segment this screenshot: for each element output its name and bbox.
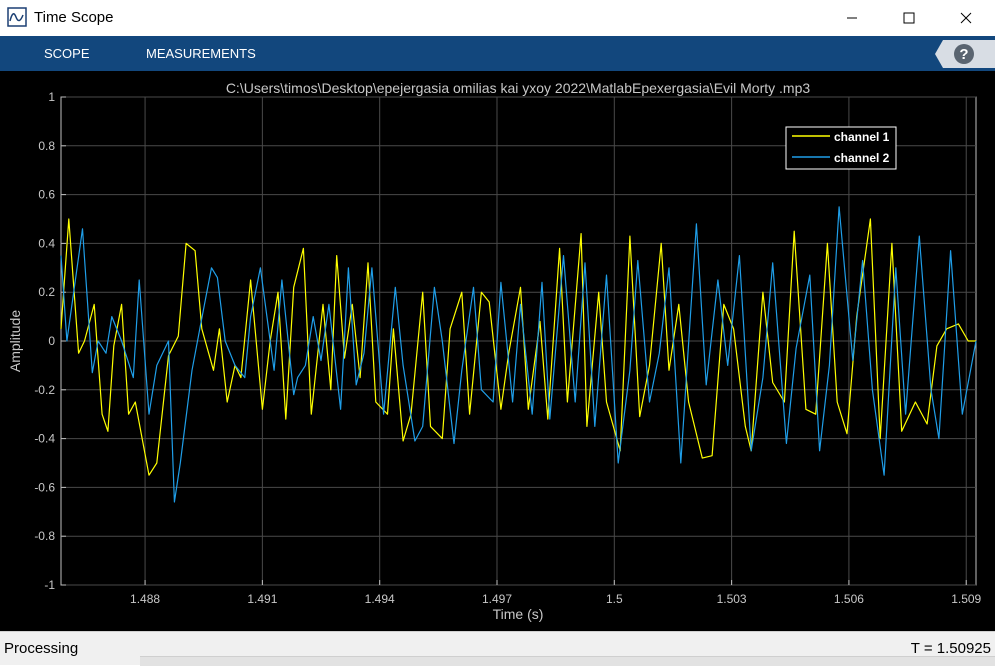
x-tick-label: 1.503 — [717, 592, 747, 606]
y-tick-label: 1 — [48, 90, 55, 104]
x-tick-label: 1.5 — [606, 592, 623, 606]
y-tick-label: 0.2 — [38, 285, 55, 299]
x-tick-label: 1.506 — [834, 592, 864, 606]
y-tick-label: -0.6 — [34, 480, 55, 494]
title-bar: Time Scope — [0, 0, 995, 36]
y-tick-label: -0.2 — [34, 383, 55, 397]
status-text: Processing — [4, 640, 79, 657]
status-bar: Processing T = 1.50925 — [0, 631, 995, 666]
x-tick-labels: 1.488 1.491 1.494 1.497 1.5 1.503 1.506 1.509 — [130, 580, 982, 606]
window-title: Time Scope — [34, 9, 114, 26]
series-line-channel-1 — [60, 218, 976, 476]
close-button[interactable] — [943, 0, 989, 36]
svg-text:?: ? — [959, 46, 968, 63]
plot-area: C:\Users\timos\Desktop\epejergasia omili… — [0, 71, 995, 631]
x-tick-label: 1.494 — [365, 592, 395, 606]
x-tick-label: 1.488 — [130, 592, 160, 606]
time-scope-icon — [7, 7, 27, 27]
y-tick-label: -0.4 — [34, 432, 55, 446]
time-readout: T = 1.50925 — [910, 640, 991, 657]
minimize-button[interactable] — [829, 0, 875, 36]
close-icon — [960, 12, 972, 24]
x-tick-label: 1.509 — [951, 592, 981, 606]
series-line-channel-2 — [60, 206, 977, 503]
legend-label-channel-1: channel 1 — [834, 130, 890, 144]
maximize-icon — [903, 12, 915, 24]
gridlines — [61, 96, 976, 586]
legend: channel 1 channel 2 — [785, 126, 897, 170]
status-bar-track — [140, 656, 995, 666]
y-tick-label: 0.4 — [38, 236, 55, 250]
x-tick-label: 1.491 — [247, 592, 277, 606]
tab-scope[interactable]: SCOPE — [44, 46, 90, 61]
x-tick-label: 1.497 — [482, 592, 512, 606]
x-axis-label: Time (s) — [493, 606, 544, 622]
minimize-icon — [847, 17, 857, 19]
series-lines — [60, 206, 977, 503]
tab-measurements[interactable]: MEASUREMENTS — [146, 46, 256, 61]
y-tick-label: 0.8 — [38, 139, 55, 153]
time-scope-chart: C:\Users\timos\Desktop\epejergasia omili… — [7, 80, 982, 622]
y-axis-label: Amplitude — [7, 310, 23, 372]
help-button[interactable]: ? — [933, 40, 995, 68]
y-tick-label: -0.8 — [34, 529, 55, 543]
maximize-button[interactable] — [886, 0, 932, 36]
legend-label-channel-2: channel 2 — [834, 151, 890, 165]
toolstrip: SCOPE MEASUREMENTS — [0, 36, 995, 71]
y-tick-label: -1 — [44, 578, 55, 592]
y-tick-label: 0 — [48, 334, 55, 348]
y-tick-label: 0.6 — [38, 188, 55, 202]
chart-title: C:\Users\timos\Desktop\epejergasia omili… — [226, 80, 811, 96]
